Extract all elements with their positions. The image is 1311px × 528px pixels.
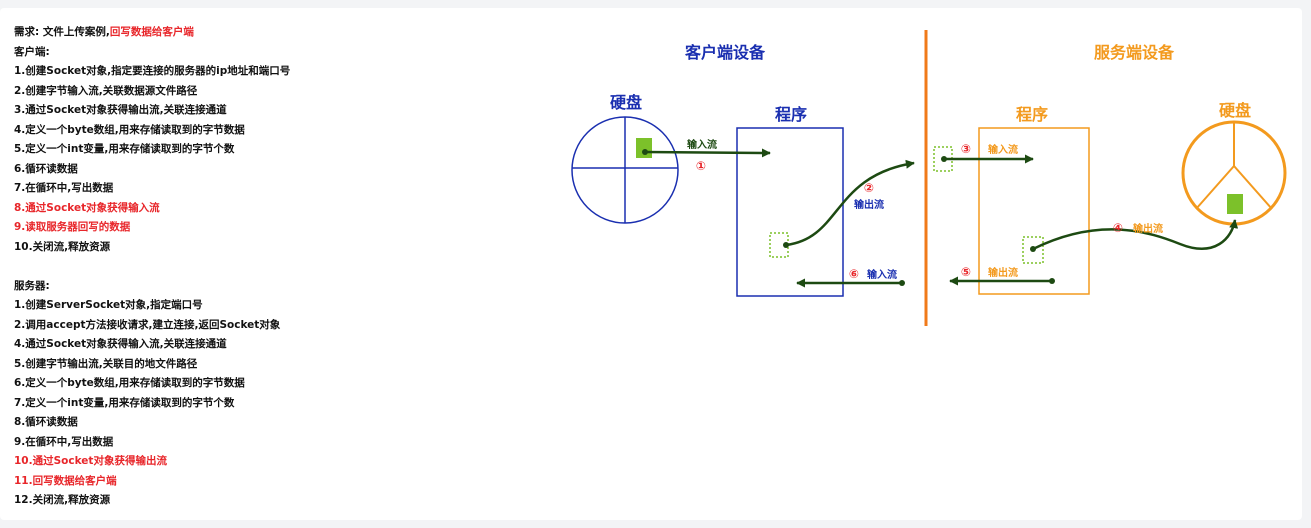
content-card: 需求: 文件上传案例,回写数据给客户端 客户端: 1.创建Socket对象,指定…	[0, 8, 1302, 520]
step2-number: ②	[864, 181, 874, 195]
arrow-step2	[785, 159, 915, 247]
client-disk	[571, 116, 679, 224]
arrow-step5-start	[1049, 278, 1055, 284]
step4-label: 输出流	[1133, 222, 1163, 235]
step2-label: 输出流	[854, 198, 884, 211]
client-disk-label: 硬盘	[610, 93, 642, 112]
step3-number: ③	[961, 142, 971, 156]
file-upload-diagram: 客户端设备 服务端设备 硬盘 程序 程序 硬盘 输入流 ① ② 输出流 ③ 输入…	[571, 30, 1287, 326]
step6-label: 输入流	[867, 268, 897, 281]
arrow-step6-start	[899, 280, 905, 286]
server-target-file	[1227, 194, 1243, 214]
step5-number: ⑤	[961, 265, 971, 279]
step3-label: 输入流	[988, 143, 1018, 156]
arrow-step2-start	[783, 242, 789, 248]
client-device-title: 客户端设备	[685, 43, 766, 62]
server-program-label: 程序	[1016, 105, 1048, 124]
arrow-step4-start	[1030, 246, 1036, 252]
client-source-file	[636, 138, 652, 158]
step6-number: ⑥	[849, 267, 859, 281]
client-program-label: 程序	[775, 105, 807, 124]
step1-label: 输入流	[687, 138, 717, 151]
step1-number: ①	[696, 159, 706, 173]
server-device-title: 服务端设备	[1094, 43, 1175, 62]
step4-number: ④	[1113, 221, 1123, 235]
arrow-step1	[644, 148, 771, 158]
arrow-step3-start	[941, 156, 947, 162]
server-disk-label: 硬盘	[1219, 101, 1251, 120]
step5-label: 输出流	[988, 266, 1018, 279]
arrow-step1-start	[642, 149, 648, 155]
